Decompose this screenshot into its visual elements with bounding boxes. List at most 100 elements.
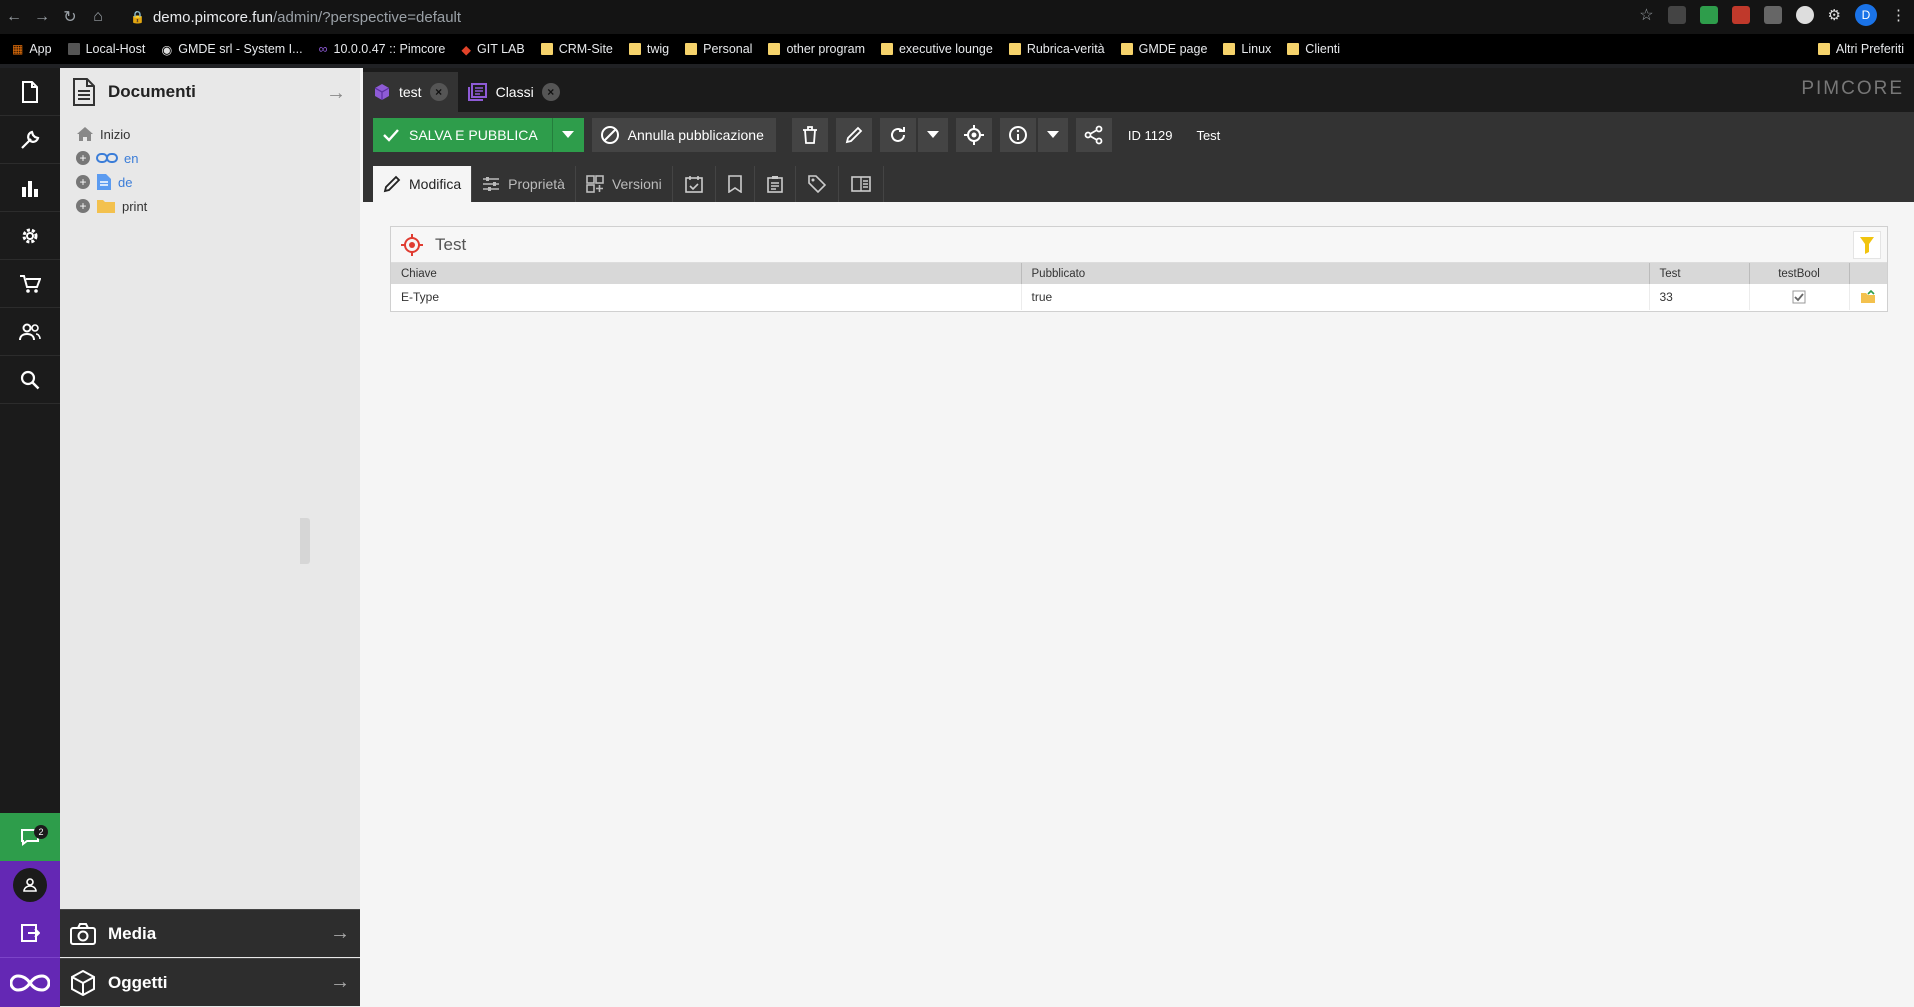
gitlab-icon: ◆ xyxy=(461,42,471,57)
rename-button[interactable] xyxy=(835,118,872,152)
ecommerce-menu[interactable] xyxy=(0,260,60,308)
close-icon[interactable]: × xyxy=(429,83,448,101)
address-bar[interactable]: 🔒 demo.pimcore.fun/admin/?perspective=de… xyxy=(130,4,461,30)
filter-button[interactable] xyxy=(1853,231,1881,259)
tab-schedule[interactable] xyxy=(673,166,716,202)
extension-icon[interactable] xyxy=(1699,6,1718,24)
info-icon xyxy=(1008,126,1027,144)
back-icon[interactable]: ← xyxy=(0,3,28,31)
logout-button[interactable] xyxy=(0,909,60,957)
share-button[interactable] xyxy=(1075,118,1112,152)
tab-label: Classi xyxy=(495,84,534,100)
home-icon[interactable]: ⌂ xyxy=(84,3,112,31)
expand-icon[interactable]: + xyxy=(76,175,90,189)
tab-notes[interactable] xyxy=(755,166,796,202)
bookmark-apps[interactable]: ▦ App xyxy=(12,42,52,56)
classes-icon xyxy=(467,83,487,101)
objects-panel-header[interactable]: Oggetti → xyxy=(60,958,360,1006)
tree-node-label: de xyxy=(118,174,133,190)
delete-button[interactable] xyxy=(791,118,828,152)
tab-classi[interactable]: Classi × xyxy=(458,72,570,112)
main-sidebar: 2 xyxy=(0,68,60,1007)
bookmark[interactable]: Linux xyxy=(1223,42,1271,56)
reload-button[interactable] xyxy=(879,118,916,152)
media-panel-header[interactable]: Media → xyxy=(60,909,360,957)
locate-button[interactable] xyxy=(955,118,992,152)
settings-menu[interactable] xyxy=(0,212,60,260)
bookmark[interactable]: ∞ 10.0.0.47 :: Pimcore xyxy=(319,42,446,56)
pimcore-admin: 2 Documenti → Inizio + en + de + print M… xyxy=(0,68,1914,1007)
tab-properties[interactable]: Proprietà xyxy=(472,166,576,202)
bookmark[interactable]: Local-Host xyxy=(67,42,145,56)
extension-icon[interactable] xyxy=(1795,6,1814,24)
tree-root[interactable]: Inizio xyxy=(76,122,360,146)
other-bookmarks[interactable]: Altri Preferiti xyxy=(1817,34,1904,64)
reload-options-dropdown[interactable] xyxy=(917,118,948,152)
pencil-icon xyxy=(383,175,401,193)
tools-menu[interactable] xyxy=(0,116,60,164)
star-icon[interactable]: ☆ xyxy=(1639,5,1653,25)
column-header[interactable]: Test xyxy=(1649,263,1750,284)
cell-action[interactable] xyxy=(1849,284,1887,310)
marketing-menu[interactable] xyxy=(0,164,60,212)
tree-node-en[interactable]: + en xyxy=(76,146,360,170)
info-button[interactable] xyxy=(999,118,1036,152)
file-menu[interactable] xyxy=(0,68,60,116)
column-header[interactable]: testBool xyxy=(1749,263,1850,284)
cell-testbool[interactable] xyxy=(1749,284,1850,310)
save-options-dropdown[interactable] xyxy=(551,118,584,152)
extension-icon[interactable] xyxy=(1763,6,1782,24)
notifications-button[interactable]: 2 xyxy=(0,813,60,861)
bookmark[interactable]: GMDE page xyxy=(1120,42,1207,56)
extension-icon[interactable] xyxy=(1667,6,1686,24)
bookmark[interactable]: twig xyxy=(628,42,669,56)
bookmark[interactable]: Clienti xyxy=(1287,42,1340,56)
pdf-extension-icon[interactable] xyxy=(1731,6,1750,24)
arrow-right-icon[interactable]: → xyxy=(330,971,350,994)
tree-node-print[interactable]: + print xyxy=(76,194,360,218)
users-menu[interactable] xyxy=(0,308,60,356)
column-header[interactable]: Chiave xyxy=(391,263,1022,284)
bookmark[interactable]: executive lounge xyxy=(880,42,993,56)
menu-icon[interactable]: ⋮ xyxy=(1891,6,1906,24)
panel-collapse-handle[interactable] xyxy=(300,518,310,564)
tab-preview[interactable] xyxy=(839,166,884,202)
tab-tags[interactable] xyxy=(796,166,839,202)
bookmark[interactable]: CRM-Site xyxy=(540,42,613,56)
search-icon xyxy=(20,370,40,389)
tab-bookmarks[interactable] xyxy=(716,166,755,202)
puzzle-icon[interactable]: ⚙ xyxy=(1828,6,1841,24)
arrow-right-icon[interactable]: → xyxy=(326,82,346,105)
column-header[interactable]: Pubblicato xyxy=(1021,263,1650,284)
search-menu[interactable] xyxy=(0,356,60,404)
arrow-right-icon[interactable]: → xyxy=(330,922,350,945)
tree-node-label: print xyxy=(122,198,148,214)
tab-test[interactable]: test × xyxy=(363,72,458,112)
profile-avatar[interactable]: D xyxy=(1855,4,1877,26)
versions-icon xyxy=(586,175,604,193)
unpublish-button[interactable]: Annulla pubblicazione xyxy=(591,118,776,152)
tree-node-de[interactable]: + de xyxy=(76,170,360,194)
expand-icon[interactable]: + xyxy=(76,199,90,213)
bookmark[interactable]: other program xyxy=(768,42,865,56)
profile-button[interactable] xyxy=(0,861,60,909)
tab-edit[interactable]: Modifica xyxy=(373,166,473,202)
info-options-dropdown[interactable] xyxy=(1037,118,1068,152)
objects-title: Oggetti xyxy=(108,972,168,992)
bookmark[interactable]: ◆ GIT LAB xyxy=(461,42,524,57)
object-grid: Chiave Pubblicato Test testBool E-Type t… xyxy=(391,263,1887,310)
pimcore-logo[interactable] xyxy=(0,957,60,1007)
avatar xyxy=(13,868,47,902)
folder-icon xyxy=(1008,43,1021,55)
save-publish-button[interactable]: SALVA E PUBBLICA xyxy=(373,118,552,152)
expand-icon[interactable]: + xyxy=(76,151,90,165)
bookmark[interactable]: Personal xyxy=(685,42,752,56)
bookmark[interactable]: Rubrica-verità xyxy=(1008,42,1105,56)
bookmark[interactable]: ◉ GMDE srl - System I... xyxy=(161,42,302,57)
reload-icon[interactable]: ↻ xyxy=(56,3,84,31)
close-icon[interactable]: × xyxy=(541,83,560,101)
forward-icon[interactable]: → xyxy=(28,3,56,31)
check-icon xyxy=(383,129,399,142)
table-row[interactable]: E-Type true 33 xyxy=(391,284,1887,310)
tab-versions[interactable]: Versioni xyxy=(576,166,673,202)
